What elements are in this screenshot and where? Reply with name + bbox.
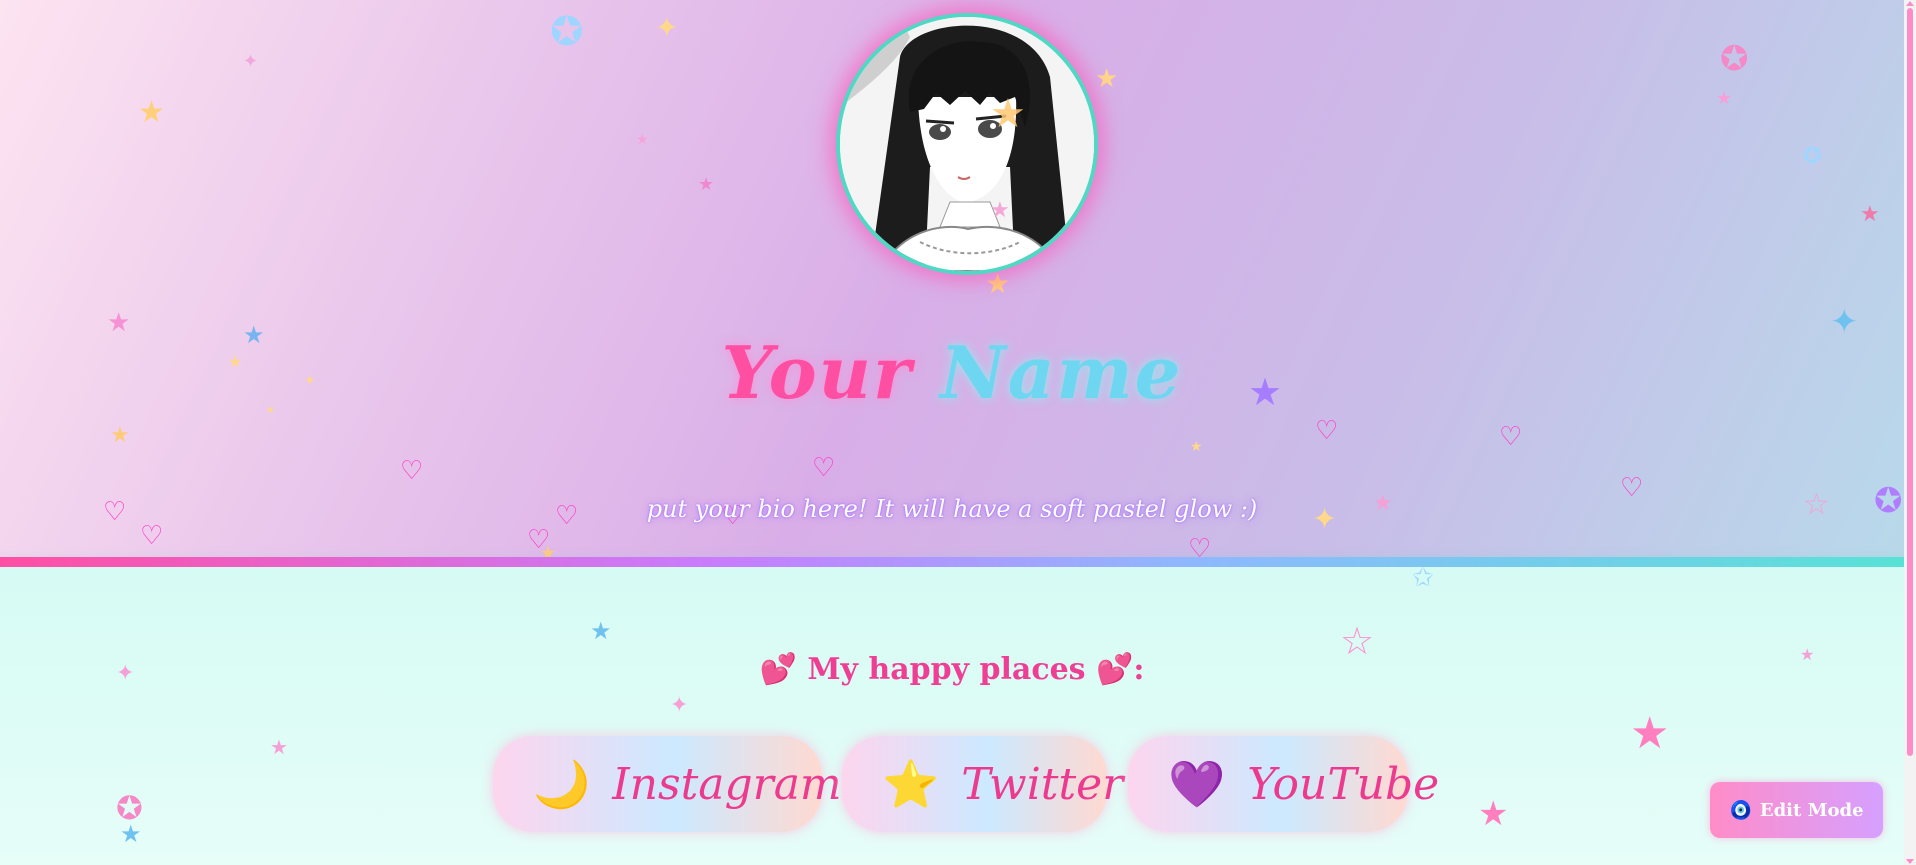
star-decoration: ✪ [1720, 39, 1749, 79]
section-heading-text: My happy places [807, 652, 1086, 687]
link-label: Instagram [612, 758, 842, 810]
heart-decoration: ♡ [812, 453, 836, 483]
gradient-divider [0, 557, 1904, 567]
star-decoration: ★ [985, 267, 1011, 300]
star-decoration: ✩ [1412, 563, 1434, 593]
section-heading-suffix: : [1133, 652, 1145, 687]
star-decoration: ★ [636, 132, 649, 148]
star-decoration: ★ [698, 174, 715, 195]
hero-banner: ✪ ✦ ✦ ★ ★ ★ ★ ★ ★ ✪ ★ ✪ ★ ✦ ★ ★ ★ ✦ ★ ★ … [0, 0, 1904, 558]
star-decoration: ✪ [1803, 144, 1822, 169]
avatar-illustration: ★ ★ [840, 17, 1094, 271]
profile-name-part2: Name [940, 330, 1183, 415]
two-hearts-icon: 💕 [759, 652, 797, 687]
star-decoration: ★ [110, 423, 130, 448]
link-button-youtube[interactable]: 💜 YouTube [1128, 736, 1439, 832]
profile-avatar: ★ ★ [836, 13, 1098, 275]
scrollbar-thumb[interactable] [1907, 8, 1913, 756]
edit-mode-label: Edit Mode [1759, 799, 1864, 821]
heart-decoration: ♡ [1499, 422, 1523, 452]
heart-decoration: ♡ [1188, 534, 1212, 558]
star-decoration: ★ [1716, 88, 1733, 109]
star-decoration: ✦ [670, 693, 689, 718]
links-list: 🌙 Instagram ⭐ Twitter 💜 YouTube [0, 736, 1904, 832]
link-label: Twitter [961, 758, 1124, 810]
svg-text:★: ★ [990, 198, 1010, 223]
star-decoration: ★ [590, 617, 612, 645]
link-button-instagram[interactable]: 🌙 Instagram [493, 736, 842, 832]
star-decoration: ★ [1190, 439, 1203, 455]
profile-name: Your Name [0, 330, 1904, 415]
star-icon: ⭐ [882, 757, 940, 811]
heart-decoration: ♡ [527, 525, 551, 555]
two-hearts-icon: 💕 [1096, 652, 1134, 687]
purple-heart-icon: 💜 [1168, 757, 1226, 811]
star-decoration: ✪ [550, 9, 584, 55]
vertical-scrollbar[interactable] [1904, 0, 1916, 865]
scroll-down-arrow[interactable] [1906, 859, 1914, 864]
section-heading: 💕 My happy places 💕: [0, 652, 1904, 687]
svg-text:★: ★ [990, 91, 1026, 137]
heart-decoration: ♡ [400, 456, 424, 486]
scroll-up-arrow[interactable] [1906, 1, 1914, 6]
heart-decoration: ♡ [140, 521, 164, 551]
profile-bio: put your bio here! It will have a soft p… [646, 495, 1258, 523]
link-label: YouTube [1247, 758, 1440, 810]
star-decoration: ✦ [655, 11, 679, 44]
star-decoration: ★ [1095, 64, 1119, 94]
star-decoration: ★ [1860, 202, 1880, 227]
star-decoration: ✦ [243, 51, 259, 72]
heart-decoration: ♡ [1315, 416, 1339, 446]
crescent-moon-icon: 🌙 [533, 757, 591, 811]
profile-name-part1: Your [721, 330, 913, 415]
star-decoration: ★ [138, 95, 165, 130]
link-button-twitter[interactable]: ⭐ Twitter [842, 736, 1123, 832]
nazar-amulet-icon: 🧿 [1729, 799, 1752, 821]
edit-mode-button[interactable]: 🧿 Edit Mode [1710, 782, 1883, 838]
